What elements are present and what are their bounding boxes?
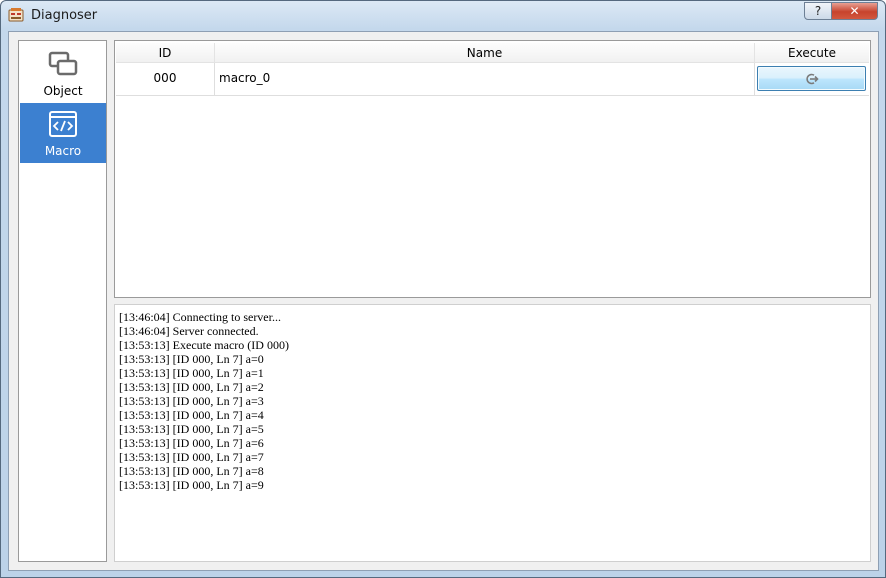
column-header-id[interactable]: ID xyxy=(116,43,215,63)
log-line: [13:53:13] Execute macro (ID 000) xyxy=(119,338,289,352)
column-header-name[interactable]: Name xyxy=(215,43,755,63)
window-title: Diagnoser xyxy=(31,8,98,23)
log-line: [13:53:13] [ID 000, Ln 7] a=1 xyxy=(119,366,264,380)
object-icon xyxy=(48,51,78,76)
log-line: [13:53:13] [ID 000, Ln 7] a=6 xyxy=(119,436,264,450)
log-line: [13:53:13] [ID 000, Ln 7] a=5 xyxy=(119,422,264,436)
macro-table: ID Name Execute 000 macro_0 xyxy=(114,40,871,298)
help-label: ? xyxy=(814,4,822,18)
client-area: Object Macro ID Name Execute 000 macro_0 xyxy=(8,31,879,571)
title-bar[interactable]: Diagnoser ? ✕ xyxy=(1,1,885,31)
macro-code-icon xyxy=(49,111,77,137)
sidebar-item-macro[interactable]: Macro xyxy=(20,103,106,163)
row-name: macro_0 xyxy=(215,63,755,95)
help-button[interactable]: ? xyxy=(804,2,832,20)
log-line: [13:53:13] [ID 000, Ln 7] a=4 xyxy=(119,408,264,422)
log-line: [13:46:04] Connecting to server... xyxy=(119,310,281,324)
sidebar-item-label: Macro xyxy=(44,144,82,158)
log-line: [13:53:13] [ID 000, Ln 7] a=7 xyxy=(119,450,264,464)
app-icon xyxy=(8,8,24,22)
close-icon: ✕ xyxy=(849,4,860,18)
row-id: 000 xyxy=(116,63,215,95)
log-line: [13:46:04] Server connected. xyxy=(119,324,259,338)
log-line: [13:53:13] [ID 000, Ln 7] a=8 xyxy=(119,464,264,478)
log-line: [13:53:13] [ID 000, Ln 7] a=0 xyxy=(119,352,264,366)
sidebar-item-label: Object xyxy=(43,84,83,98)
diagnoser-window: Diagnoser ? ✕ Object Macro ID Name Execu… xyxy=(0,0,886,578)
log-line: [13:53:13] [ID 000, Ln 7] a=9 xyxy=(119,478,264,492)
table-row[interactable]: 000 macro_0 xyxy=(116,63,869,96)
sidebar: Object Macro xyxy=(18,40,107,562)
sidebar-item-object[interactable]: Object xyxy=(20,43,106,103)
log-line: [13:53:13] [ID 000, Ln 7] a=2 xyxy=(119,380,264,394)
log-line: [13:53:13] [ID 000, Ln 7] a=3 xyxy=(119,394,264,408)
close-button[interactable]: ✕ xyxy=(831,2,878,20)
column-header-execute[interactable]: Execute xyxy=(755,43,869,63)
execute-button[interactable] xyxy=(757,66,866,91)
log-panel[interactable]: [13:46:04] Connecting to server... [13:4… xyxy=(114,304,871,562)
execute-icon xyxy=(805,73,819,84)
